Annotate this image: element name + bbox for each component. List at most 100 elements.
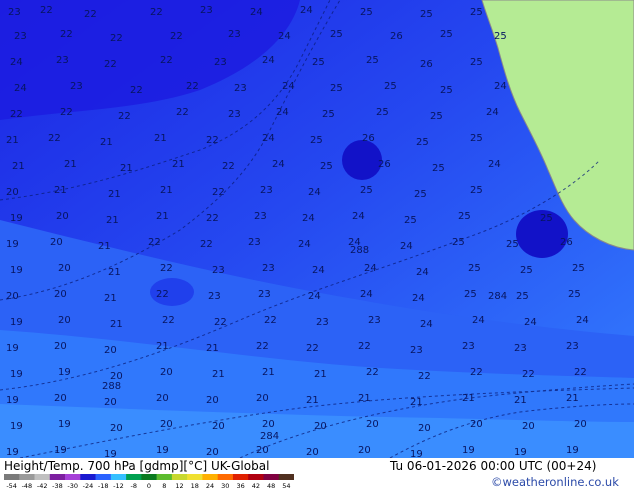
value-label: 21 bbox=[98, 241, 111, 252]
value-label: 25 bbox=[312, 57, 325, 68]
value-label: 23 bbox=[514, 343, 527, 354]
value-label: 23 bbox=[208, 291, 221, 302]
value-label: 24 bbox=[262, 55, 275, 66]
credit-link[interactable]: ©weatheronline.co.uk bbox=[491, 475, 619, 489]
value-label: 20 bbox=[522, 421, 535, 432]
valid-time: Tu 06-01-2026 00:00 UTC (00+24) bbox=[390, 459, 597, 473]
value-label: 21 bbox=[108, 189, 121, 200]
value-label: 26 bbox=[390, 31, 403, 42]
scale-label: 8 bbox=[162, 482, 166, 490]
scale-label: -12 bbox=[113, 482, 124, 490]
weather-map: 23 22 22 22 23 24 24 25 25 25 23 22 22 22 23 24 25 26 25 25… bbox=[0, 0, 634, 458]
value-label: 19 bbox=[104, 449, 117, 458]
value-label: 22 bbox=[574, 367, 587, 378]
value-label: 25 bbox=[440, 85, 453, 96]
value-label: 22 bbox=[358, 341, 371, 352]
value-label: 19 bbox=[10, 317, 23, 328]
value-label: 22 bbox=[176, 107, 189, 118]
scale-label: 42 bbox=[252, 482, 260, 490]
value-label: 22 bbox=[160, 55, 173, 66]
value-label: 20 bbox=[470, 419, 483, 430]
value-label: 21 bbox=[306, 395, 319, 406]
value-label: 20 bbox=[262, 419, 275, 430]
value-label: 22 bbox=[470, 367, 483, 378]
value-label: 20 bbox=[104, 397, 117, 408]
value-label: 20 bbox=[256, 393, 269, 404]
value-label: 22 bbox=[160, 263, 173, 274]
value-label: 22 bbox=[130, 85, 143, 96]
value-label: 22 bbox=[522, 369, 535, 380]
value-label: 21 bbox=[206, 343, 219, 354]
value-label: 20 bbox=[110, 423, 123, 434]
value-label: 22 bbox=[156, 289, 169, 300]
value-label: 21 bbox=[6, 135, 19, 146]
value-label: 20 bbox=[256, 445, 269, 456]
value-label: 21 bbox=[156, 341, 169, 352]
value-label: 21 bbox=[262, 367, 275, 378]
value-label: 22 bbox=[222, 161, 235, 172]
value-label: 26 bbox=[362, 133, 375, 144]
value-label: 22 bbox=[84, 9, 97, 20]
value-label: 25 bbox=[404, 215, 417, 226]
value-label: 20 bbox=[156, 393, 169, 404]
value-label: 20 bbox=[366, 419, 379, 430]
value-label: 25 bbox=[420, 9, 433, 20]
scale-swatch bbox=[95, 474, 112, 480]
value-label: 25 bbox=[452, 237, 465, 248]
value-label: 19 bbox=[6, 395, 19, 406]
value-label: 23 bbox=[566, 341, 579, 352]
color-scale: -54 -48 -42 -38 -30 -24 -18 -12 -8 0 8 12 18 24 30 36 42… bbox=[4, 474, 294, 490]
value-label: 25 bbox=[360, 185, 373, 196]
value-label: 20 bbox=[160, 367, 173, 378]
value-label: 19 bbox=[6, 447, 19, 458]
value-label: 20 bbox=[160, 419, 173, 430]
value-label: 21 bbox=[410, 397, 423, 408]
value-label: 20 bbox=[574, 419, 587, 430]
value-label: 24 bbox=[282, 81, 295, 92]
value-label: 23 bbox=[14, 31, 27, 42]
scale-label: -24 bbox=[83, 482, 94, 490]
value-label: 24 bbox=[272, 159, 285, 170]
value-label: 23 bbox=[462, 341, 475, 352]
map-title: Height/Temp. 700 hPa [gdmp][°C] UK-Globa… bbox=[4, 459, 270, 473]
scale-swatch bbox=[110, 474, 127, 480]
value-label: 24 bbox=[364, 263, 377, 274]
value-label: 23 bbox=[228, 29, 241, 40]
value-label: 21 bbox=[106, 215, 119, 226]
value-label: 23 bbox=[410, 345, 423, 356]
value-label: 20 bbox=[206, 395, 219, 406]
value-label: 24 bbox=[312, 265, 325, 276]
value-label: 25 bbox=[470, 57, 483, 68]
value-label: 21 bbox=[12, 161, 25, 172]
scale-swatch bbox=[278, 474, 294, 480]
scale-label: 54 bbox=[282, 482, 290, 490]
value-label: 25 bbox=[376, 107, 389, 118]
value-label: 22 bbox=[206, 135, 219, 146]
value-label: 24 bbox=[416, 267, 429, 278]
value-label: 23 bbox=[200, 5, 213, 16]
value-label: 26 bbox=[378, 159, 391, 170]
value-label: 25 bbox=[322, 109, 335, 120]
scale-swatch bbox=[65, 474, 81, 480]
value-label: 25 bbox=[440, 29, 453, 40]
value-label: 19 bbox=[156, 445, 169, 456]
value-label: 21 bbox=[172, 159, 185, 170]
value-label: 21 bbox=[154, 133, 167, 144]
value-label: 23 bbox=[212, 265, 225, 276]
value-label: 24 bbox=[472, 315, 485, 326]
value-label: 21 bbox=[462, 393, 475, 404]
value-label: 22 bbox=[264, 315, 277, 326]
scale-swatch bbox=[141, 474, 157, 480]
value-label: 19 bbox=[58, 419, 71, 430]
scale-label: -30 bbox=[67, 482, 78, 490]
value-label: 20 bbox=[104, 345, 117, 356]
value-label: 22 bbox=[48, 133, 61, 144]
value-label: 25 bbox=[430, 111, 443, 122]
value-label: 24 bbox=[298, 239, 311, 250]
value-label: 25 bbox=[470, 185, 483, 196]
value-label: 21 bbox=[314, 369, 327, 380]
value-label: 19 bbox=[410, 449, 423, 458]
value-label: 23 bbox=[316, 317, 329, 328]
value-label: 22 bbox=[148, 237, 161, 248]
value-label: 21 bbox=[358, 393, 371, 404]
